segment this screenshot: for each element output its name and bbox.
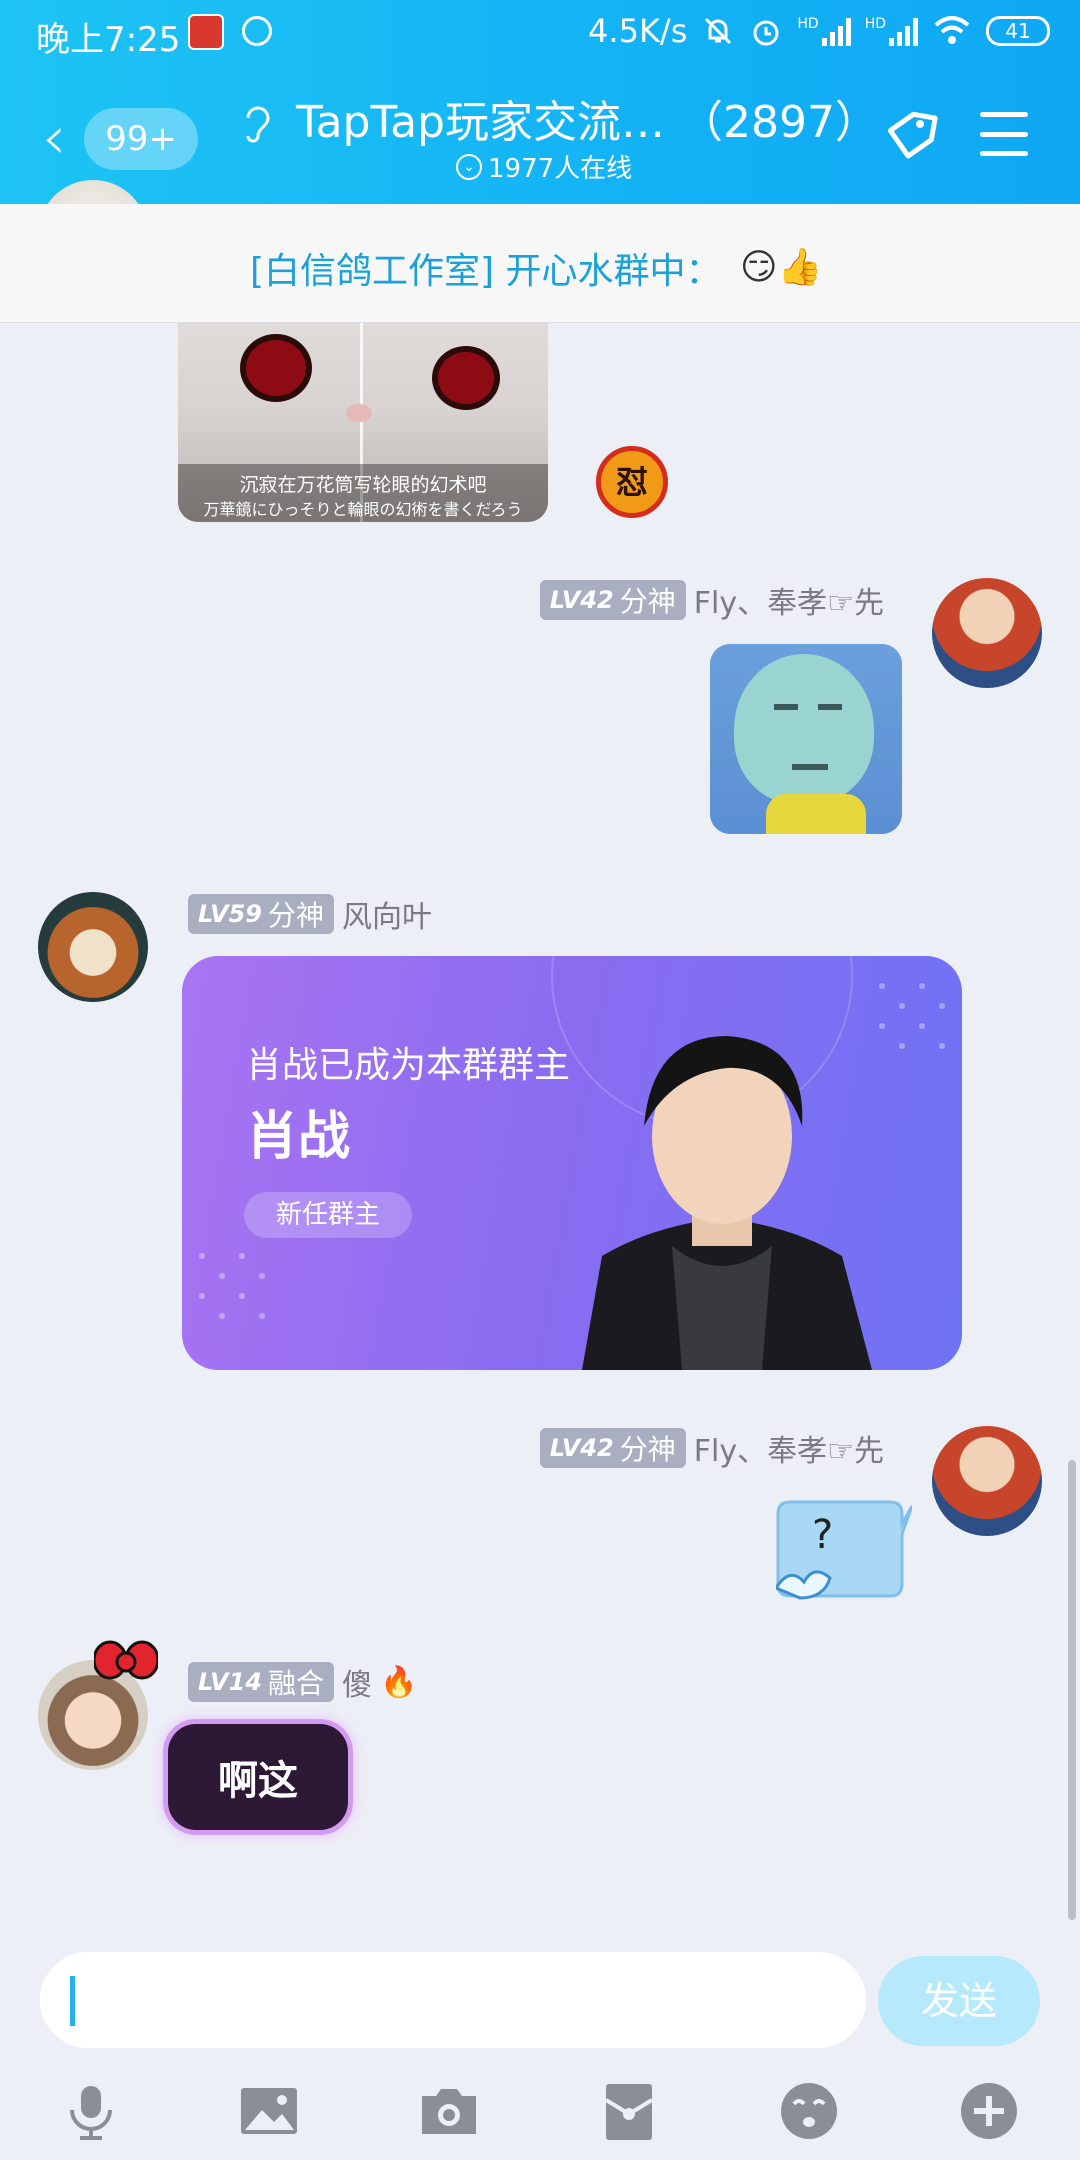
- nav-bar: ‹ 99+ TapTap玩家交流… （2897） ⌄ 1977人在线: [0, 64, 1080, 204]
- input-area: 发送: [0, 1940, 1080, 2160]
- sender-name[interactable]: Fly、奉孝☞先: [694, 578, 884, 622]
- ear-icon[interactable]: [240, 102, 276, 146]
- signal-icon-2: HD: [865, 16, 918, 46]
- group-owner-card[interactable]: 肖战已成为本群群主 肖战 新任群主: [182, 956, 962, 1370]
- input-toolbar: [0, 2070, 1080, 2150]
- alarm-icon: [753, 20, 779, 46]
- avatar[interactable]: [932, 578, 1042, 688]
- group-title[interactable]: TapTap玩家交流… （2897）: [296, 86, 879, 150]
- app-notification-icon: [188, 14, 224, 50]
- notice-emoji: 😏👍: [740, 247, 823, 288]
- image-icon[interactable]: [238, 2080, 300, 2142]
- signal-icon-1: HD: [797, 16, 851, 46]
- menu-icon[interactable]: [980, 112, 1028, 156]
- tag-icon[interactable]: [880, 104, 940, 164]
- net-speed: 4.5K/s: [588, 12, 688, 50]
- sender-meta: LV42 分神 Fly、奉孝☞先: [539, 1426, 884, 1470]
- new-owner-pill: 新任群主: [244, 1192, 413, 1238]
- face-meme-image[interactable]: [710, 644, 902, 834]
- online-count[interactable]: ⌄ 1977人在线: [456, 148, 632, 185]
- back-chevron-icon[interactable]: ‹: [42, 108, 66, 168]
- bow-decoration-icon: [92, 1636, 160, 1692]
- emoji-icon[interactable]: [778, 2080, 840, 2142]
- sender-name[interactable]: 傻: [342, 1660, 372, 1704]
- avatar[interactable]: [932, 1426, 1042, 1536]
- pinned-notice[interactable]: [白信鸽工作室] 开心水群中： 😏👍: [0, 204, 1080, 323]
- battery-indicator: 41: [986, 16, 1050, 46]
- mic-icon[interactable]: [60, 2080, 122, 2142]
- scrollbar[interactable]: [1068, 1460, 1076, 1920]
- status-time: 晚上7:25: [36, 20, 181, 60]
- card-headline: 肖战已成为本群群主: [246, 1045, 571, 1086]
- unread-count-badge[interactable]: 99+: [84, 108, 198, 170]
- online-count-label: 1977人在线: [488, 154, 633, 184]
- fire-icon: 🔥: [379, 1664, 418, 1700]
- sender-name[interactable]: Fly、奉孝☞先: [694, 1426, 884, 1470]
- bubble-text: ?: [812, 1512, 834, 1558]
- level-badge: LV59 分神: [188, 894, 334, 934]
- camera-icon[interactable]: [418, 2080, 480, 2142]
- sender-name[interactable]: 风向叶: [342, 892, 432, 936]
- red-packet-icon[interactable]: [598, 2080, 660, 2142]
- wave-speech-bubble[interactable]: ?: [776, 1492, 912, 1602]
- sender-meta: LV42 分神 Fly、奉孝☞先: [539, 578, 884, 622]
- send-button[interactable]: 发送: [878, 1956, 1040, 2046]
- sender-meta: LV14 融合 傻 🔥: [188, 1660, 418, 1704]
- level-badge: LV42 分神: [539, 580, 686, 620]
- text-sticker[interactable]: 啊这: [168, 1724, 348, 1830]
- plus-icon[interactable]: [958, 2080, 1020, 2142]
- level-badge: LV14 融合: [188, 1662, 334, 1702]
- mute-bell-icon: [705, 17, 732, 45]
- message-input[interactable]: [40, 1952, 866, 2048]
- meme-caption-1: 沉寂在万花筒写轮眼的幻术吧: [239, 474, 487, 496]
- timer-icon: [242, 16, 272, 46]
- wifi-icon: [934, 16, 970, 44]
- avatar[interactable]: [38, 892, 148, 1002]
- status-right: 4.5K/s HD HD 41: [588, 12, 1050, 50]
- status-bar: 晚上7:25 4.5K/s HD HD 41: [0, 0, 1080, 64]
- notice-text: [白信鸽工作室] 开心水群中：: [250, 251, 722, 292]
- sender-meta: LV59 分神 风向叶: [188, 892, 432, 936]
- chevron-down-circle-icon: ⌄: [456, 153, 482, 180]
- text-caret: [70, 1976, 75, 2026]
- sticker-badge[interactable]: 怼: [596, 446, 668, 518]
- meme-caption-2: 万華鏡にひっそりと輪眼の幻術を書くだろう: [203, 500, 523, 519]
- sticker-text: 啊这: [218, 1758, 298, 1804]
- card-owner-name: 肖战: [246, 1107, 351, 1167]
- level-badge: LV42 分神: [539, 1428, 686, 1468]
- wave-bubble-shape: [776, 1500, 912, 1600]
- header: 晚上7:25 4.5K/s HD HD 41 ‹ 99+ TapTap玩家交流……: [0, 0, 1080, 204]
